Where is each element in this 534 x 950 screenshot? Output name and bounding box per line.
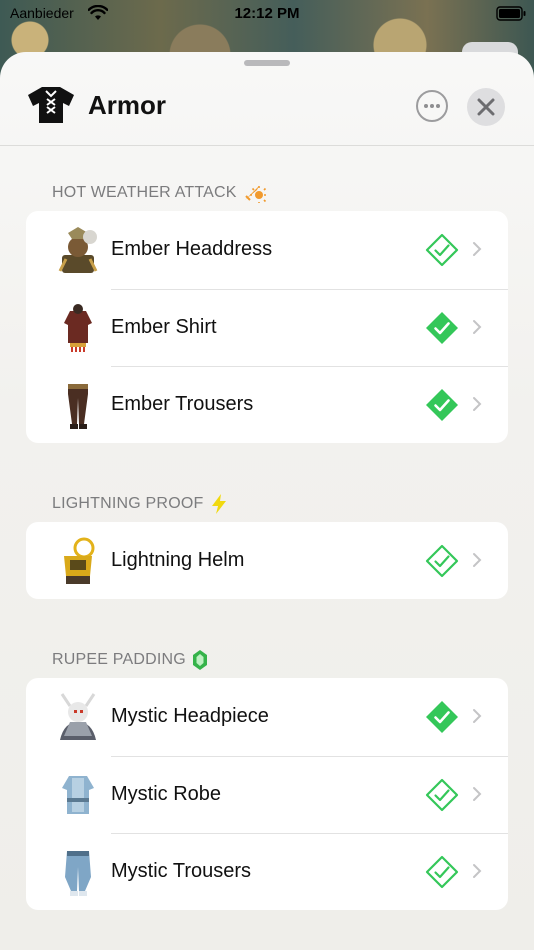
more-dot-icon [424, 104, 428, 108]
list-item[interactable]: Ember Headdress [26, 211, 508, 289]
sword-sun-icon [244, 186, 266, 203]
list-item[interactable]: Lightning Helm [26, 522, 508, 599]
section-header-lightning-proof: LIGHTNING PROOF [52, 493, 229, 515]
check-outline-icon [425, 855, 459, 889]
status-bar: Aanbieder 12:12 PM [0, 0, 534, 28]
more-options-button[interactable] [416, 90, 448, 122]
item-label: Ember Trousers [111, 393, 254, 415]
more-dot-icon [436, 104, 440, 108]
check-outline-icon [425, 544, 459, 578]
item-label: Lightning Helm [111, 549, 245, 571]
section-title: HOT WEATHER ATTACK [52, 184, 237, 201]
sheet-header: Armor [0, 52, 534, 146]
tunic-icon [28, 87, 74, 123]
armor-list-lightning: Lightning Helm [26, 522, 508, 599]
lightning-bolt-icon [212, 494, 227, 514]
close-button[interactable] [467, 88, 505, 126]
clock: 12:12 PM [234, 5, 300, 22]
item-label: Ember Headdress [111, 238, 273, 260]
chevron-right-icon [473, 319, 482, 334]
mystic-headpiece-image [60, 693, 96, 740]
ember-headdress-image [58, 227, 98, 273]
section-header-rupee-padding: RUPEE PADDING [52, 649, 208, 671]
battery-icon [496, 6, 526, 21]
item-label: Mystic Robe [111, 782, 222, 805]
close-icon [477, 98, 495, 116]
chevron-right-icon [473, 709, 482, 723]
page-title: Armor [88, 90, 167, 120]
armor-list-rupee: Mystic Headpiece Mystic Robe Mystic Trou… [26, 678, 508, 910]
mystic-robe-image [62, 775, 94, 814]
list-item[interactable]: Mystic Robe [26, 755, 508, 834]
armor-sheet: Armor HOT WEATHER ATTACK Ember Headdress… [0, 52, 534, 950]
rupee-icon [192, 650, 207, 670]
mystic-trousers-image [65, 851, 91, 896]
check-filled-icon [426, 389, 458, 421]
chevron-right-icon [473, 553, 482, 567]
ember-trousers-image [68, 384, 88, 429]
list-item[interactable]: Mystic Headpiece [26, 678, 508, 756]
armor-list-hot-weather: Ember Headdress Ember Shirt Ember Trouse… [26, 211, 508, 443]
list-item[interactable]: Ember Trousers [26, 366, 508, 443]
more-dot-icon [430, 104, 434, 108]
list-item[interactable]: Mystic Trousers [26, 833, 508, 910]
section-title: LIGHTNING PROOF [52, 495, 204, 512]
check-filled-icon [426, 701, 458, 733]
list-item[interactable]: Ember Shirt [26, 288, 508, 367]
item-label: Ember Shirt [111, 315, 217, 338]
section-title: RUPEE PADDING [52, 651, 186, 668]
ember-shirt-image [64, 303, 92, 352]
check-outline-icon [425, 778, 459, 811]
chevron-right-icon [473, 786, 482, 801]
check-filled-icon [426, 311, 458, 344]
item-label: Mystic Trousers [111, 860, 252, 882]
chevron-right-icon [473, 397, 482, 411]
check-outline-icon [425, 233, 459, 267]
chevron-right-icon [473, 242, 482, 256]
item-label: Mystic Headpiece [111, 705, 269, 727]
chevron-right-icon [473, 864, 482, 878]
section-header-hot-weather-attack: HOT WEATHER ATTACK [52, 183, 267, 203]
lightning-helm-image [64, 537, 95, 584]
